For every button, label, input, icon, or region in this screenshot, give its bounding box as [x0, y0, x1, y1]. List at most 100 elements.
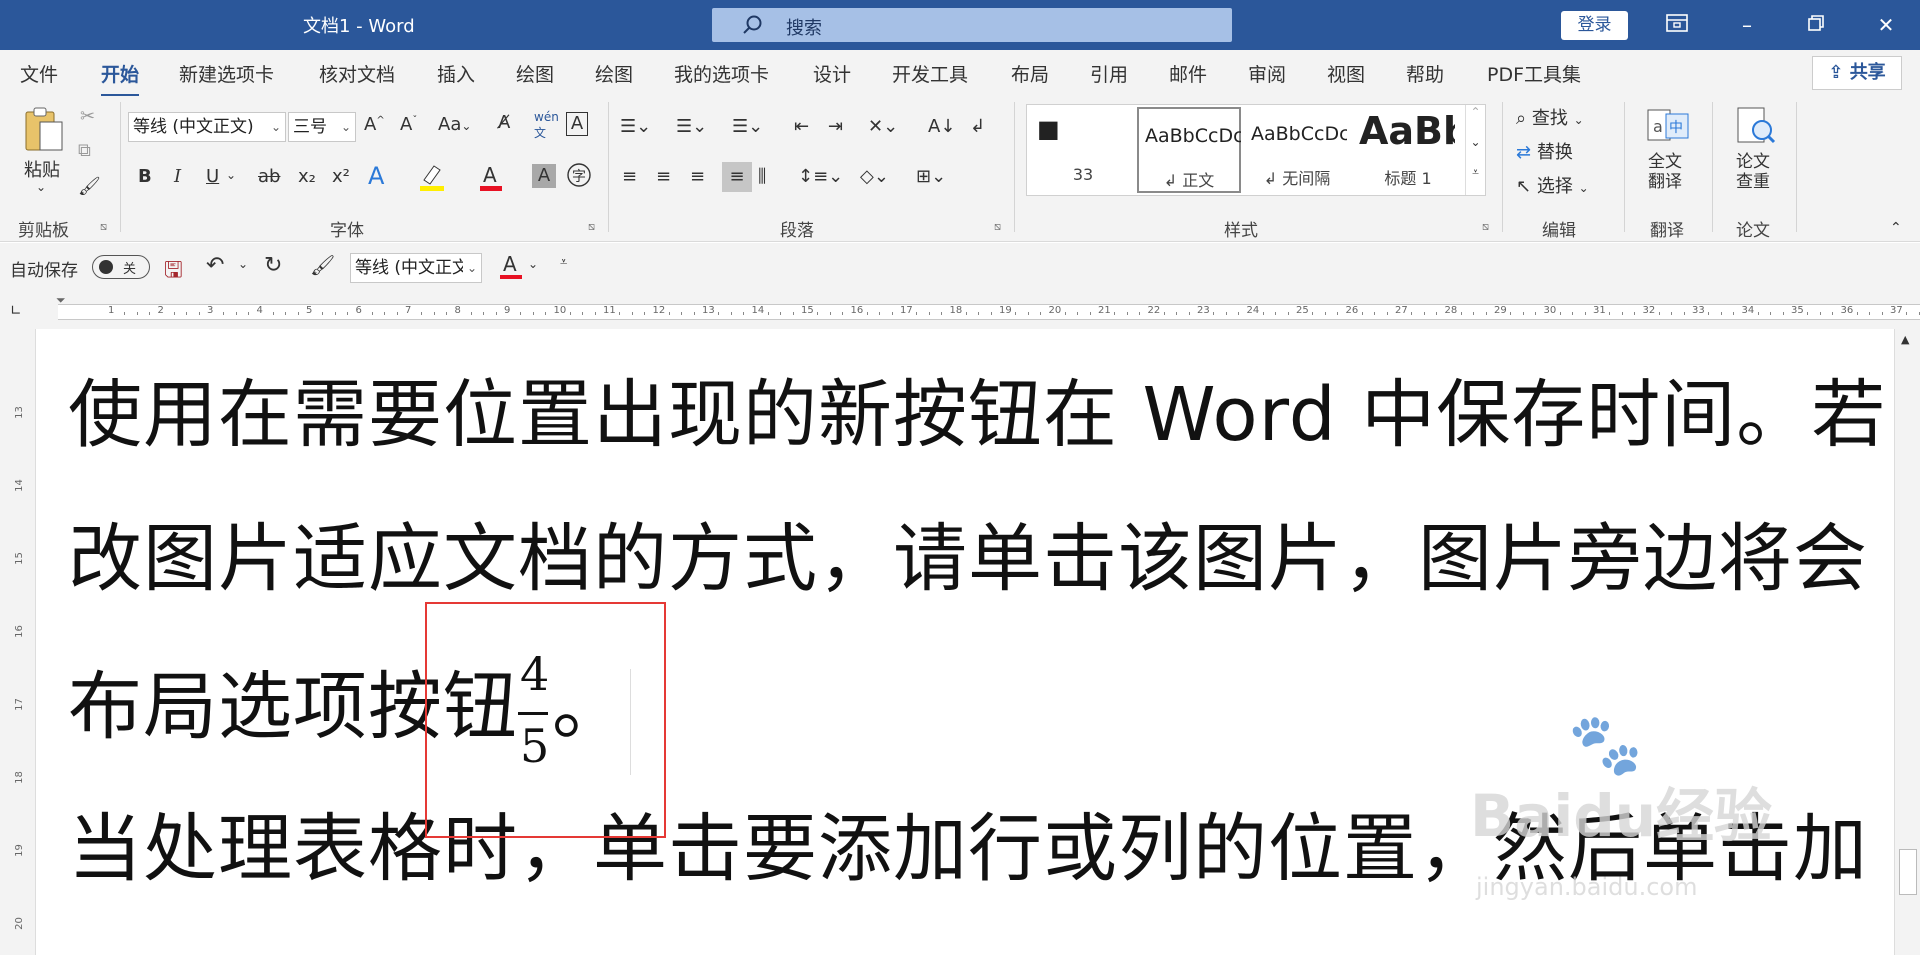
styles-scroll-down-icon[interactable]: ⌄ [1465, 135, 1485, 165]
undo-icon[interactable]: ↶ [206, 253, 224, 278]
share-button[interactable]: ⇪ 共享 [1812, 56, 1902, 90]
sort-icon[interactable]: A↓ [928, 116, 955, 137]
translate-icon[interactable]: a中 [1646, 106, 1690, 151]
qat-font-select[interactable]: 等线 (中文正文)⌄ [350, 253, 482, 283]
bold-button[interactable]: B [138, 166, 152, 187]
multilevel-list-icon[interactable]: ☰⌄ [732, 116, 763, 137]
char-shading-icon[interactable]: A [532, 164, 556, 188]
tab-pdf-tools[interactable]: PDF工具集 [1487, 60, 1581, 87]
shrink-font-icon[interactable]: Aˇ [400, 114, 417, 135]
char-border-icon[interactable]: A [566, 112, 588, 136]
vertical-scrollbar[interactable]: ▲ [1894, 329, 1920, 955]
clear-format-icon[interactable]: A̸ [498, 112, 510, 133]
tab-view[interactable]: 视图 [1327, 60, 1365, 87]
borders-icon[interactable]: ⊞⌄ [916, 166, 946, 187]
collapse-ribbon-icon[interactable]: ⌃ [1890, 220, 1902, 236]
enclose-char-icon[interactable]: 字 [566, 162, 592, 193]
tab-help[interactable]: 帮助 [1406, 60, 1444, 87]
translate-button[interactable]: 全文 翻译 [1648, 152, 1682, 192]
customize-qat-icon[interactable]: ⩡ [560, 255, 567, 270]
format-painter-icon[interactable]: 🖌 [78, 176, 101, 197]
tab-layout[interactable]: 布局 [1011, 60, 1049, 87]
redo-icon[interactable]: ↻ [264, 253, 282, 278]
highlight-icon[interactable] [418, 162, 446, 197]
bullets-icon[interactable]: ☰⌄ [620, 116, 651, 137]
styles-more-icon[interactable]: ⩡ [1465, 165, 1485, 195]
tab-my-tab[interactable]: 我的选项卡 [674, 60, 769, 87]
find-button[interactable]: ⌕ 查找 ⌄ [1516, 104, 1584, 130]
indent-marker-icon[interactable]: ⏷ [56, 293, 66, 308]
tab-home[interactable]: 开始 [101, 60, 140, 97]
styles-scroll-up-icon[interactable]: ⌃ [1465, 105, 1485, 135]
cut-icon[interactable]: ✂ [80, 106, 95, 127]
search-box[interactable]: 搜索 [712, 8, 1232, 42]
decrease-indent-icon[interactable]: ⇤ [794, 116, 809, 137]
paper-check-icon[interactable] [1734, 106, 1778, 151]
autosave-toggle[interactable]: 关 [92, 255, 150, 279]
paragraph-launcher-icon[interactable]: ⧅ [994, 220, 1001, 234]
tab-selector-icon[interactable]: ∟ [10, 303, 30, 323]
doc-line-2[interactable]: 改图片适应文档的方式，请单击该图片，图片旁边将会 [68, 499, 1868, 606]
numbering-icon[interactable]: ☰⌄ [676, 116, 707, 137]
grow-font-icon[interactable]: A^ [364, 114, 385, 135]
change-case-button[interactable]: Aa⌄ [438, 114, 471, 135]
style-item-no-spacing[interactable]: AaBbCcDc ↲ 无间隔 [1245, 107, 1349, 193]
paste-dropdown-icon[interactable]: ⌄ [36, 180, 46, 194]
font-name-select[interactable]: 等线 (中文正文) ⌄ [128, 112, 286, 142]
scrollbar-thumb[interactable] [1899, 849, 1917, 895]
tab-draw-1[interactable]: 绘图 [516, 60, 554, 87]
text-effects-icon[interactable]: A [368, 162, 384, 190]
select-button[interactable]: ↖ 选择 ⌄ [1516, 172, 1589, 198]
align-center-icon[interactable]: ≡ [656, 166, 671, 187]
tab-review[interactable]: 审阅 [1248, 60, 1286, 87]
superscript-button[interactable]: x² [332, 166, 350, 187]
tab-mailings[interactable]: 邮件 [1169, 60, 1207, 87]
tab-draw-2[interactable]: 绘图 [595, 60, 633, 87]
restore-icon[interactable] [1796, 10, 1836, 40]
tab-review-doc[interactable]: 核对文档 [319, 60, 395, 87]
doc-line-1[interactable]: 使用在需要位置出现的新按钮在 Word 中保存时间。若 [68, 355, 1886, 462]
show-marks-icon[interactable]: ↲ [970, 116, 985, 137]
line-spacing-icon[interactable]: ↕≡⌄ [798, 166, 843, 187]
justify-icon[interactable]: ≡ [722, 162, 752, 192]
tab-design[interactable]: 设计 [813, 60, 851, 87]
chevron-down-icon[interactable]: ⌄ [226, 168, 236, 182]
minimize-icon[interactable]: – [1727, 10, 1767, 40]
style-item-33[interactable]: ■ 33 [1031, 107, 1135, 193]
chevron-down-icon[interactable]: ⌄ [528, 257, 538, 271]
scroll-up-icon[interactable]: ▲ [1901, 333, 1909, 346]
tab-new-tab[interactable]: 新建选项卡 [179, 60, 274, 87]
document-page[interactable]: 使用在需要位置出现的新按钮在 Word 中保存时间。若 改图片适应文档的方式，请… [40, 329, 1890, 955]
paste-icon[interactable] [22, 106, 66, 161]
font-launcher-icon[interactable]: ⧅ [588, 220, 595, 234]
clipboard-launcher-icon[interactable]: ⧅ [100, 220, 107, 234]
font-color-icon[interactable]: A [478, 162, 504, 197]
close-icon[interactable]: ✕ [1866, 10, 1906, 40]
font-size-select[interactable]: 三号 ⌄ [288, 112, 356, 142]
italic-button[interactable]: I [174, 166, 181, 187]
format-painter-icon[interactable]: 🖌 [310, 253, 335, 277]
undo-dropdown-icon[interactable]: ⌄ [238, 257, 248, 271]
tab-references[interactable]: 引用 [1090, 60, 1128, 87]
increase-indent-icon[interactable]: ⇥ [828, 116, 843, 137]
style-item-heading-1[interactable]: AaBb 标题 1 [1353, 107, 1463, 193]
tab-developer[interactable]: 开发工具 [892, 60, 968, 87]
distribute-icon[interactable]: ⫼ [758, 166, 766, 187]
style-item-normal[interactable]: AaBbCcDc ↲ 正文 [1137, 107, 1241, 193]
save-icon[interactable]: 🖫 [164, 253, 183, 291]
shading-icon[interactable]: ◇⌄ [860, 166, 889, 187]
paper-check-button[interactable]: 论文 查重 [1736, 152, 1770, 192]
underline-button[interactable]: U [206, 166, 219, 187]
tab-file[interactable]: 文件 [20, 60, 58, 87]
chinese-layout-icon[interactable]: ✕⌄ [868, 116, 898, 137]
align-right-icon[interactable]: ≡ [690, 166, 705, 187]
horizontal-ruler[interactable]: ∟ 1 2 3 4 5 6 7 8 9 10 11 12 13 14 15 16 17 18 19 20 21 22 23 2… [0, 293, 1920, 329]
copy-icon[interactable]: ⧉ [78, 140, 91, 161]
subscript-button[interactable]: x₂ [298, 166, 316, 187]
replace-button[interactable]: ⇄ 替换 [1516, 138, 1573, 164]
tab-insert[interactable]: 插入 [437, 60, 475, 87]
phonetic-guide-icon[interactable]: wén 文 [534, 110, 559, 141]
align-left-icon[interactable]: ≡ [622, 166, 637, 187]
paste-button[interactable]: 粘贴 [24, 156, 60, 182]
styles-launcher-icon[interactable]: ⧅ [1482, 220, 1489, 234]
